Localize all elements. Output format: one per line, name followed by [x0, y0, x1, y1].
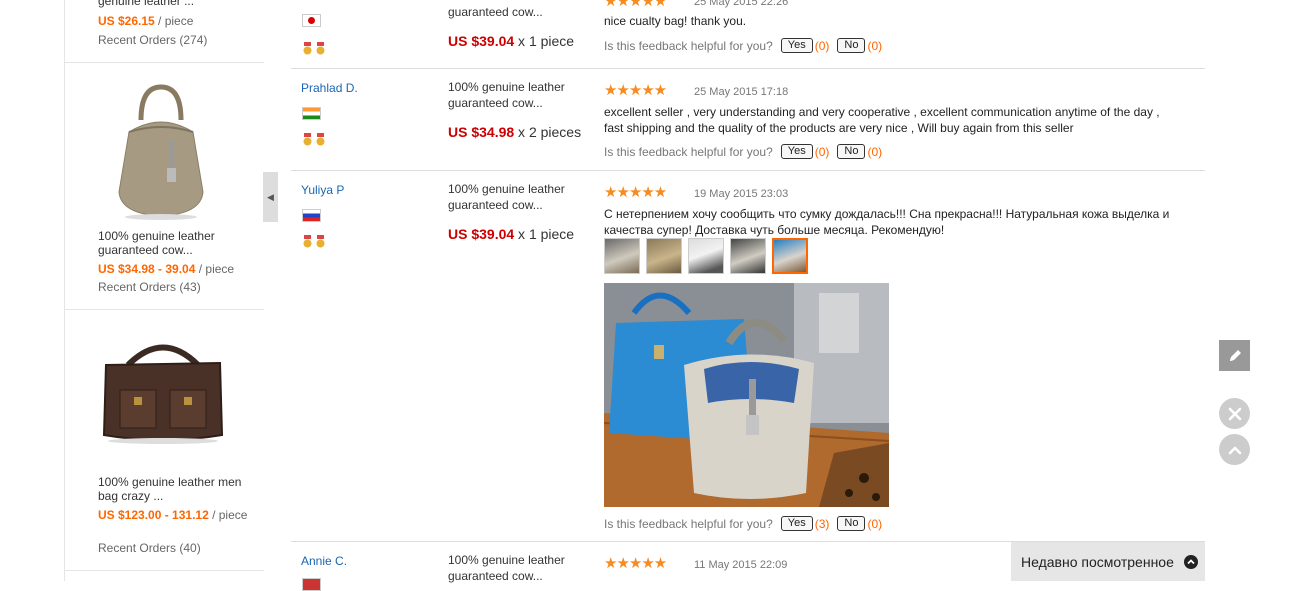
star-rating: ★★★★★ [604, 184, 667, 201]
no-count: (0) [867, 38, 883, 53]
medal-icon [303, 133, 312, 146]
related-products-sidebar: genuine leather ... US $26.15 / piece Re… [64, 0, 264, 581]
medal-icon [303, 235, 312, 248]
review-photo-thumbnail[interactable] [646, 238, 682, 274]
recently-viewed-bar[interactable]: Недавно посмотренное [1011, 542, 1205, 581]
related-product-item[interactable]: genuine leather ... US $26.15 / piece Re… [65, 0, 264, 63]
no-button[interactable]: No [837, 516, 866, 531]
feedback-text: nice cualty bag! thank you. [604, 14, 747, 28]
chevron-up-circle-icon [1183, 554, 1198, 569]
edit-feedback-button[interactable] [1219, 340, 1250, 371]
yes-count: (0) [814, 144, 830, 159]
review-date: 25 May 2015 17:18 [694, 86, 789, 98]
recent-orders: Recent Orders (40) [98, 541, 201, 555]
helpful-prompt: Is this feedback helpful for you? Yes (0)… [604, 38, 882, 53]
star-rating: ★★★★★ [604, 555, 667, 572]
buyer-medals [303, 133, 329, 149]
no-button[interactable]: No [837, 144, 866, 159]
product-image[interactable] [98, 335, 228, 450]
product-name[interactable]: 100% genuine leather guaranteed cow... [448, 79, 588, 111]
related-product-item[interactable]: 100% genuine leather guaranteed cow... U… [65, 62, 264, 310]
no-count: (0) [867, 516, 883, 531]
back-to-top-button[interactable] [1219, 434, 1250, 465]
yes-count: (3) [814, 516, 830, 531]
yes-count: (0) [814, 38, 830, 53]
product-price: US $123.00 - 131.12 / piece [98, 508, 248, 522]
buyer-medals [303, 42, 329, 58]
feedback-text: excellent seller , very understanding an… [604, 105, 1160, 135]
ru-flag [302, 209, 321, 222]
review-photo-large[interactable] [604, 283, 889, 507]
recent-orders: Recent Orders (274) [98, 33, 208, 47]
helpful-prompt: Is this feedback helpful for you? Yes (0)… [604, 144, 882, 159]
review-photo-thumbnail[interactable] [604, 238, 640, 274]
buyer-name[interactable]: Prahlad D. [301, 81, 358, 95]
us-flag [302, 578, 321, 591]
buyer-name[interactable]: Annie C. [301, 554, 347, 568]
helpful-label: Is this feedback helpful for you? [604, 516, 773, 531]
jp-flag [302, 14, 321, 27]
medal-icon [316, 42, 325, 55]
review-date: 11 May 2015 22:09 [694, 559, 788, 571]
product-title[interactable]: 100% genuine leather guaranteed cow... [98, 229, 248, 257]
review-row: guaranteed cow... US $39.04 x 1 piece ★★… [291, 0, 1205, 69]
in-flag [302, 107, 321, 120]
order-price: US $39.04 x 1 piece [448, 226, 575, 242]
order-price: US $34.98 x 2 pieces [448, 124, 582, 140]
yes-button[interactable]: Yes [780, 144, 813, 159]
helpful-label: Is this feedback helpful for you? [604, 144, 773, 159]
helpful-label: Is this feedback helpful for you? [604, 38, 773, 53]
product-price: US $26.15 / piece [98, 14, 194, 28]
arrow-up-icon [1228, 446, 1241, 454]
review-date: 19 May 2015 23:03 [694, 188, 789, 200]
medal-icon [303, 42, 312, 55]
product-image[interactable] [111, 82, 211, 222]
helpful-prompt: Is this feedback helpful for you? Yes (3)… [604, 516, 882, 531]
review-photo-thumbnail[interactable] [730, 238, 766, 274]
product-name[interactable]: 100% genuine leather guaranteed cow... [448, 181, 588, 213]
feedback-text: С нетерпением хочу сообщить что сумку до… [604, 207, 1170, 237]
pencil-icon [1229, 349, 1241, 361]
order-price: US $39.04 x 1 piece [448, 33, 575, 49]
no-count: (0) [867, 144, 883, 159]
review-row: Yuliya P 100% genuine leather guaranteed… [291, 171, 1205, 542]
chevron-left-icon: ◀ [267, 191, 274, 202]
buyer-medals [303, 235, 329, 251]
close-icon [1228, 407, 1241, 420]
no-button[interactable]: No [837, 38, 866, 53]
product-price: US $34.98 - 39.04 / piece [98, 262, 235, 276]
yes-button[interactable]: Yes [780, 38, 813, 53]
star-rating: ★★★★★ [604, 0, 667, 10]
star-rating: ★★★★★ [604, 82, 667, 99]
medal-icon [316, 235, 325, 248]
recent-orders: Recent Orders (43) [98, 280, 201, 294]
review-photo-thumbnail-selected[interactable] [772, 238, 808, 274]
sidebar-collapse-button[interactable]: ◀ [263, 172, 278, 222]
related-product-item[interactable]: 100% genuine leather men bag crazy ... U… [65, 310, 264, 571]
recently-viewed-label: Недавно посмотренное [1021, 553, 1174, 570]
product-name[interactable]: 100% genuine leather guaranteed cow... [448, 552, 588, 584]
medal-icon [316, 133, 325, 146]
review-photo-thumbnails [604, 238, 814, 274]
review-row: Prahlad D. 100% genuine leather guarante… [291, 69, 1205, 171]
review-date: 25 May 2015 22:26 [694, 0, 789, 8]
buyer-name[interactable]: Yuliya P [301, 183, 344, 197]
review-photo-thumbnail[interactable] [688, 238, 724, 274]
product-name[interactable]: guaranteed cow... [448, 4, 588, 20]
close-button[interactable] [1219, 398, 1250, 429]
yes-button[interactable]: Yes [780, 516, 813, 531]
product-title[interactable]: genuine leather ... [98, 0, 248, 8]
product-title[interactable]: 100% genuine leather men bag crazy ... [98, 475, 248, 503]
